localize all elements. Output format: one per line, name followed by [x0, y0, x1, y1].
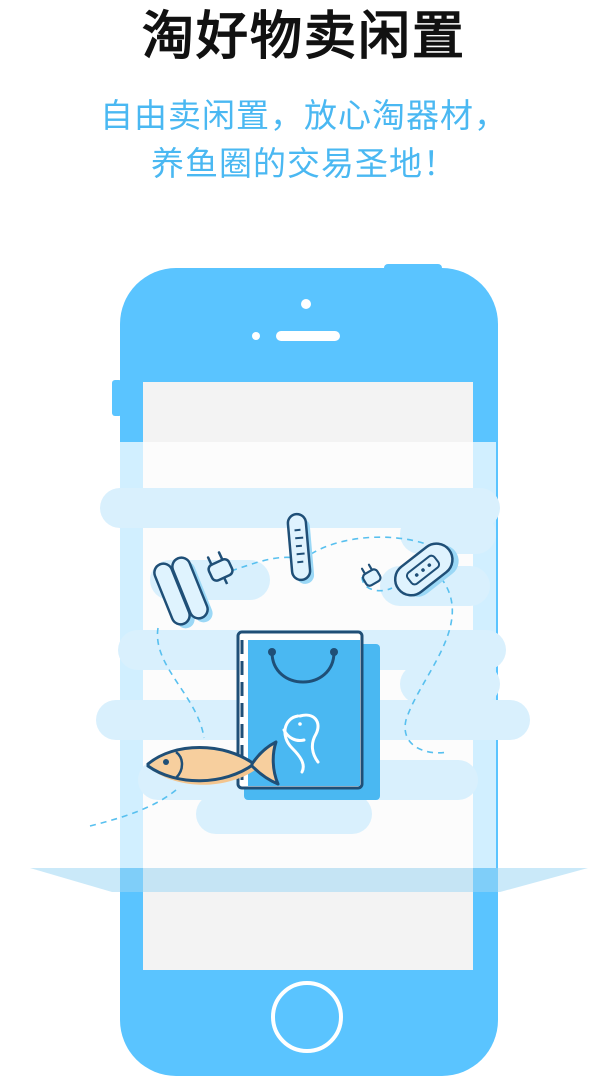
shopping-bag-icon: [236, 630, 380, 800]
light-beam-base: [30, 868, 588, 892]
phone-illustration: [30, 264, 588, 1076]
splash-screen: 淘好物卖闲置 自由卖闲置，放心淘器材， 养鱼圈的交易圣地！: [0, 0, 608, 1084]
